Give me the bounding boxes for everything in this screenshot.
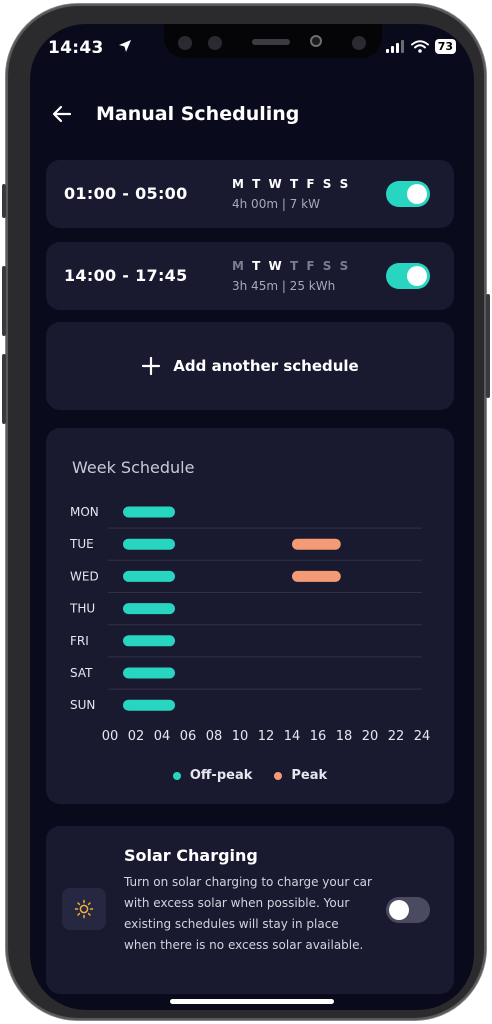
x-tick-label: 20	[362, 729, 379, 744]
battery-indicator: 73	[434, 39, 456, 54]
cellular-signal-icon	[385, 40, 404, 53]
schedule-2-toggle[interactable]	[386, 263, 430, 289]
phone-frame: 14:43 73 Manual Scheduling 01:00 - 05:00…	[2, 4, 490, 1020]
solar-charging-title: Solar Charging	[124, 846, 258, 865]
offpeak-bar-wed	[123, 570, 175, 582]
front-camera	[310, 35, 322, 47]
sensor-dot	[208, 36, 222, 50]
day-letter: F	[306, 259, 316, 273]
toggle-knob	[407, 266, 427, 286]
offpeak-bar-sat	[123, 667, 175, 679]
page-header: Manual Scheduling	[50, 102, 299, 126]
x-tick-label: 02	[128, 729, 145, 744]
day-letter: M	[232, 177, 245, 191]
day-letter: M	[232, 259, 245, 273]
x-tick-label: 12	[258, 729, 275, 744]
offpeak-bar-fri	[123, 635, 175, 647]
day-letter: S	[339, 177, 350, 191]
day-letter: T	[252, 177, 262, 191]
toggle-knob	[389, 900, 409, 920]
day-letter: T	[289, 259, 300, 273]
camera-notch	[164, 24, 382, 58]
offpeak-bar-thu	[123, 603, 175, 615]
day-letter: F	[306, 177, 316, 191]
chart-legend: Off-peak Peak	[46, 768, 454, 783]
schedule-1-toggle[interactable]	[386, 181, 430, 207]
x-tick-label: 04	[154, 729, 171, 744]
x-tick-label: 18	[336, 729, 353, 744]
legend-label-peak: Peak	[291, 768, 328, 783]
sensor-dot	[352, 36, 366, 50]
add-schedule-button[interactable]: Add another schedule	[46, 322, 454, 410]
legend-item-peak: Peak	[274, 768, 327, 783]
volume-up-button	[2, 266, 6, 336]
x-tick-label: 22	[388, 729, 405, 744]
schedule-card-1[interactable]: 01:00 - 05:00 M T W T F S S 4h 00m | 7 k…	[46, 160, 454, 228]
legend-item-offpeak: Off-peak	[172, 768, 253, 783]
x-tick-label: 06	[180, 729, 197, 744]
schedule-card-2[interactable]: 14:00 - 17:45 M T W T F S S 3h 45m | 25 …	[46, 242, 454, 310]
app-screen: 14:43 73 Manual Scheduling 01:00 - 05:00…	[30, 24, 474, 1010]
page-title: Manual Scheduling	[96, 103, 300, 125]
week-schedule-card: Week Schedule MON TUE WED THU FRI SAT SUN 00 02 0…	[46, 428, 454, 804]
day-letter: S	[322, 177, 333, 191]
offpeak-bar-sun	[123, 699, 175, 711]
day-letter: S	[322, 259, 333, 273]
day-letter: S	[339, 259, 350, 273]
x-tick-label: 08	[206, 729, 223, 744]
peak-dot	[274, 771, 283, 780]
peak-bar-wed	[292, 570, 341, 582]
wifi-icon	[410, 40, 429, 53]
x-tick-label: 10	[232, 729, 249, 744]
add-schedule-label: Add another schedule	[173, 357, 359, 375]
plus-icon	[142, 356, 161, 376]
offpeak-bar-mon	[123, 506, 175, 518]
location-arrow-icon	[119, 40, 131, 52]
x-tick-label: 14	[284, 729, 301, 744]
toggle-knob	[407, 184, 427, 204]
schedule-meta: 4h 00m | 7 kW	[232, 197, 320, 211]
power-button	[486, 294, 490, 398]
day-label-sun: SUN	[70, 698, 95, 712]
day-label-sat: SAT	[70, 666, 93, 680]
back-arrow-icon[interactable]	[50, 102, 74, 126]
x-tick-label: 16	[310, 729, 327, 744]
day-label-fri: FRI	[70, 634, 89, 648]
volume-down-button	[2, 354, 6, 424]
day-letter: W	[268, 259, 283, 273]
offpeak-dot	[172, 771, 181, 780]
schedule-meta: 3h 45m | 25 kWh	[232, 279, 336, 293]
legend-label-offpeak: Off-peak	[189, 768, 253, 783]
day-letter: T	[252, 259, 262, 273]
offpeak-bar-tue	[123, 538, 175, 550]
schedule-days: M T W T F S S	[232, 177, 349, 191]
day-label-thu: THU	[69, 602, 95, 616]
schedule-time: 01:00 - 05:00	[64, 184, 188, 203]
day-letter: T	[289, 177, 300, 191]
status-icons: 73	[385, 39, 456, 54]
status-time: 14:43	[48, 38, 104, 58]
home-indicator[interactable]	[170, 999, 334, 1004]
silent-switch	[2, 184, 6, 218]
day-label-wed: WED	[70, 569, 99, 583]
day-label-tue: TUE	[69, 537, 94, 551]
week-schedule-chart: MON TUE WED THU FRI SAT SUN 00 02 04 06 08 10 12 14 16 1…	[69, 505, 431, 744]
solar-charging-toggle[interactable]	[386, 897, 430, 923]
x-tick-label: 24	[414, 729, 431, 744]
earpiece-speaker	[252, 39, 290, 45]
peak-bar-tue	[292, 538, 341, 550]
sensor-dot	[178, 36, 192, 50]
day-letter: W	[268, 177, 283, 191]
x-tick-label: 00	[102, 729, 119, 744]
solar-charging-card: Solar Charging Turn on solar charging to…	[46, 826, 454, 994]
solar-charging-description: Turn on solar charging to charge your ca…	[124, 875, 372, 952]
schedule-time: 14:00 - 17:45	[64, 266, 188, 285]
sun-icon	[74, 899, 94, 919]
schedule-days: M T W T F S S	[232, 259, 349, 273]
sun-icon-container	[62, 888, 106, 930]
day-label-mon: MON	[70, 505, 99, 519]
add-schedule-content: Add another schedule	[141, 356, 359, 376]
